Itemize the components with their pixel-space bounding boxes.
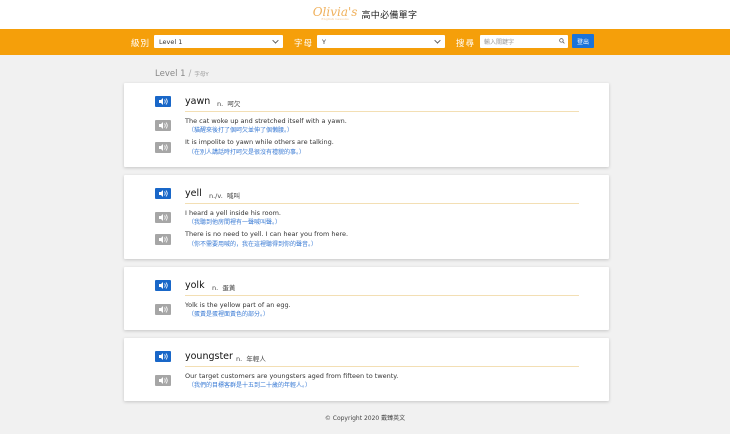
site-title: 高中必備單字 — [361, 11, 418, 21]
speaker-icon — [158, 353, 168, 360]
level-select[interactable]: Level 1 — [154, 35, 283, 48]
breadcrumb-level: Level 1 — [155, 69, 186, 79]
example-sentence: I heard a yell inside his room. — [185, 209, 281, 217]
logout-button[interactable]: 登出 — [572, 34, 594, 48]
part-of-speech: n. 蛋黃 — [212, 284, 236, 292]
example-translation: （貓醒來後打了個呵欠並伸了個懶腰。） — [188, 127, 294, 134]
site-header: Olivia's English Lessons 高中必備單字 — [0, 0, 730, 29]
play-example-button[interactable] — [155, 375, 171, 386]
example-sentence: The cat woke up and stretched itself wit… — [185, 117, 347, 125]
search-input[interactable]: 輸入關鍵字 — [480, 35, 568, 48]
word-text: yolk — [185, 280, 205, 291]
chevron-down-icon — [272, 37, 279, 44]
word-card: youngster n. 年輕人 Our target customers ar… — [124, 338, 609, 401]
example-sentence: It is impolite to yawn while others are … — [185, 138, 334, 146]
filter-bar: 級別 Level 1 字母 Y 搜尋 輸入關鍵字 登出 — [0, 29, 730, 55]
word-text: yawn — [185, 96, 211, 107]
example-translation: （你不需要用喊的，我在這裡聽得到你的聲音。） — [188, 241, 318, 248]
part-of-speech: n. 呵欠 — [217, 100, 241, 108]
play-word-button[interactable] — [155, 280, 171, 291]
footer-copyright: © Copyright 2020 戴臻英文 — [324, 415, 406, 422]
example-translation: （我們的目標客群是十五到二十歲的年輕人。） — [188, 382, 312, 389]
part-of-speech: n. 年輕人 — [236, 355, 266, 363]
part-of-speech: n./v. 喊叫 — [209, 192, 240, 200]
breadcrumb: Level 1/字母Y — [155, 69, 209, 79]
word-text: yell — [185, 188, 202, 199]
search-label: 搜尋 — [456, 39, 476, 49]
speaker-icon — [158, 98, 168, 105]
example-translation: （蛋黃是蛋裡面黃色的部分。） — [188, 311, 270, 318]
example-sentence: There is no need to yell. I can hear you… — [185, 230, 349, 238]
search-icon[interactable] — [559, 38, 565, 44]
example-sentence: Our target customers are youngsters aged… — [185, 372, 399, 380]
speaker-icon — [158, 214, 168, 221]
example-sentence: Yolk is the yellow part of an egg. — [185, 301, 291, 309]
word-text: youngster — [185, 351, 233, 362]
speaker-icon — [158, 236, 168, 243]
speaker-icon — [158, 190, 168, 197]
logo-mark: Olivia's English Lessons — [312, 5, 358, 21]
speaker-icon — [158, 282, 168, 289]
word-card: yolk n. 蛋黃 Yolk is the yellow part of an… — [124, 267, 609, 330]
play-word-button[interactable] — [155, 351, 171, 362]
divider — [185, 111, 579, 112]
divider — [185, 366, 579, 367]
play-example-button[interactable] — [155, 212, 171, 223]
speaker-icon — [158, 306, 168, 313]
site-logo[interactable]: Olivia's English Lessons 高中必備單字 — [312, 5, 418, 22]
word-card: yawn n. 呵欠 The cat woke up and stretched… — [124, 83, 609, 167]
divider — [185, 203, 579, 204]
level-label: 級別 — [131, 39, 151, 49]
divider — [185, 295, 579, 296]
speaker-icon — [158, 144, 168, 151]
example-translation: （我聽到他房間裡有一聲喊叫聲。） — [188, 219, 282, 226]
play-example-button[interactable] — [155, 142, 171, 153]
play-word-button[interactable] — [155, 188, 171, 199]
example-translation: （在別人講話時打呵欠是很沒有禮貌的事。） — [188, 149, 306, 156]
play-example-button[interactable] — [155, 304, 171, 315]
letter-label: 字母 — [294, 39, 314, 49]
play-example-button[interactable] — [155, 120, 171, 131]
letter-select[interactable]: Y — [317, 35, 445, 48]
play-word-button[interactable] — [155, 96, 171, 107]
breadcrumb-letter: 字母Y — [194, 72, 209, 78]
play-example-button[interactable] — [155, 234, 171, 245]
word-card: yell n./v. 喊叫 I heard a yell inside his … — [124, 175, 609, 259]
speaker-icon — [158, 377, 168, 384]
chevron-down-icon — [434, 37, 441, 44]
speaker-icon — [158, 122, 168, 129]
